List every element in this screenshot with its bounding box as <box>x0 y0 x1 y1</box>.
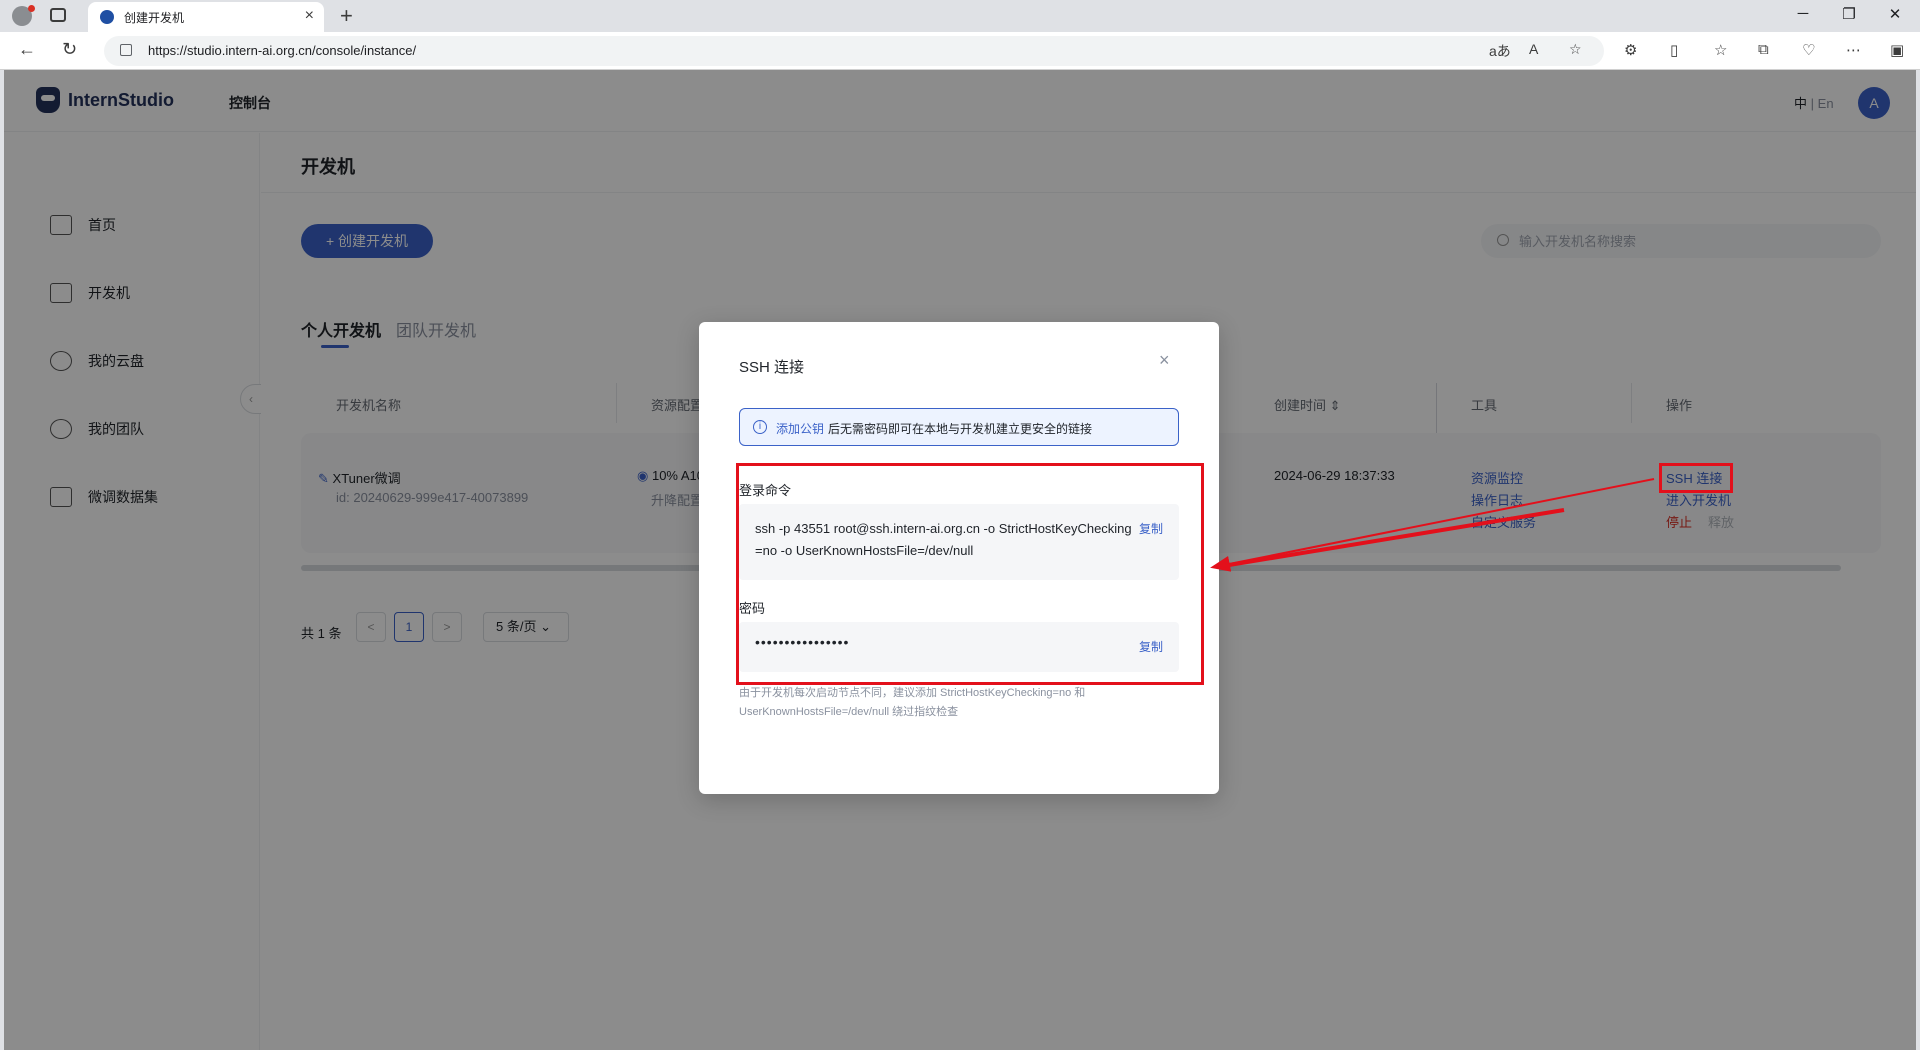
new-tab-icon[interactable]: + <box>340 3 353 29</box>
extensions-icon[interactable]: ⚙ <box>1624 41 1637 59</box>
address-bar[interactable]: https://studio.intern-ai.org.cn/console/… <box>104 36 1604 66</box>
tab-title: 创建开发机 <box>124 11 185 25</box>
browser-tab-strip: 创建开发机 × + ─ ❐ ✕ <box>0 0 1920 32</box>
read-aloud-icon[interactable]: A <box>1529 41 1538 57</box>
fingerprint-hint: 由于开发机每次启动节点不同，建议添加 StrictHostKeyChecking… <box>739 687 1086 718</box>
window-close-icon[interactable]: ✕ <box>1872 5 1918 23</box>
address-bar-row: ← ↻ https://studio.intern-ai.org.cn/cons… <box>0 32 1920 70</box>
split-screen-icon[interactable]: ▯ <box>1670 41 1678 59</box>
url-text[interactable]: https://studio.intern-ai.org.cn/console/… <box>148 43 416 58</box>
info-icon: i <box>753 420 767 434</box>
tab-actions-icon[interactable] <box>50 8 66 22</box>
add-public-key-link[interactable]: 添加公钥 <box>776 420 824 437</box>
minimize-icon[interactable]: ─ <box>1780 5 1826 22</box>
browser-tab[interactable]: 创建开发机 × <box>88 2 324 32</box>
tab-close-icon[interactable]: × <box>305 7 314 25</box>
notice-text: 后无需密码即可在本地与开发机建立更安全的链接 <box>828 422 1093 436</box>
favorite-star-icon[interactable]: ☆ <box>1569 41 1582 58</box>
app-viewport: InternStudio 控制台 中 | En A 首页 开发机 我的云盘 我的… <box>4 70 1916 1050</box>
browser-essentials-icon[interactable]: ♡ <box>1802 41 1815 59</box>
translate-icon[interactable]: aあ <box>1489 41 1511 61</box>
close-icon[interactable]: × <box>1159 350 1170 371</box>
more-icon[interactable]: ⋯ <box>1846 41 1861 59</box>
sidebar-toggle-icon[interactable]: ▣ <box>1890 41 1904 59</box>
profile-icon[interactable] <box>12 5 35 26</box>
favorites-icon[interactable]: ☆ <box>1714 41 1727 59</box>
annotation-highlight-box <box>1659 463 1733 493</box>
public-key-notice: i 添加公钥 后无需密码即可在本地与开发机建立更安全的链接 <box>739 408 1179 446</box>
lock-icon[interactable] <box>120 44 132 56</box>
collections-icon[interactable]: ⧉ <box>1758 41 1769 58</box>
back-icon[interactable]: ← <box>18 39 36 60</box>
annotation-highlight-box <box>736 463 1204 685</box>
favicon-icon <box>100 10 114 24</box>
restore-icon[interactable]: ❐ <box>1826 5 1872 23</box>
reload-icon[interactable]: ↻ <box>62 39 77 60</box>
dialog-title: SSH 连接 <box>739 359 805 376</box>
